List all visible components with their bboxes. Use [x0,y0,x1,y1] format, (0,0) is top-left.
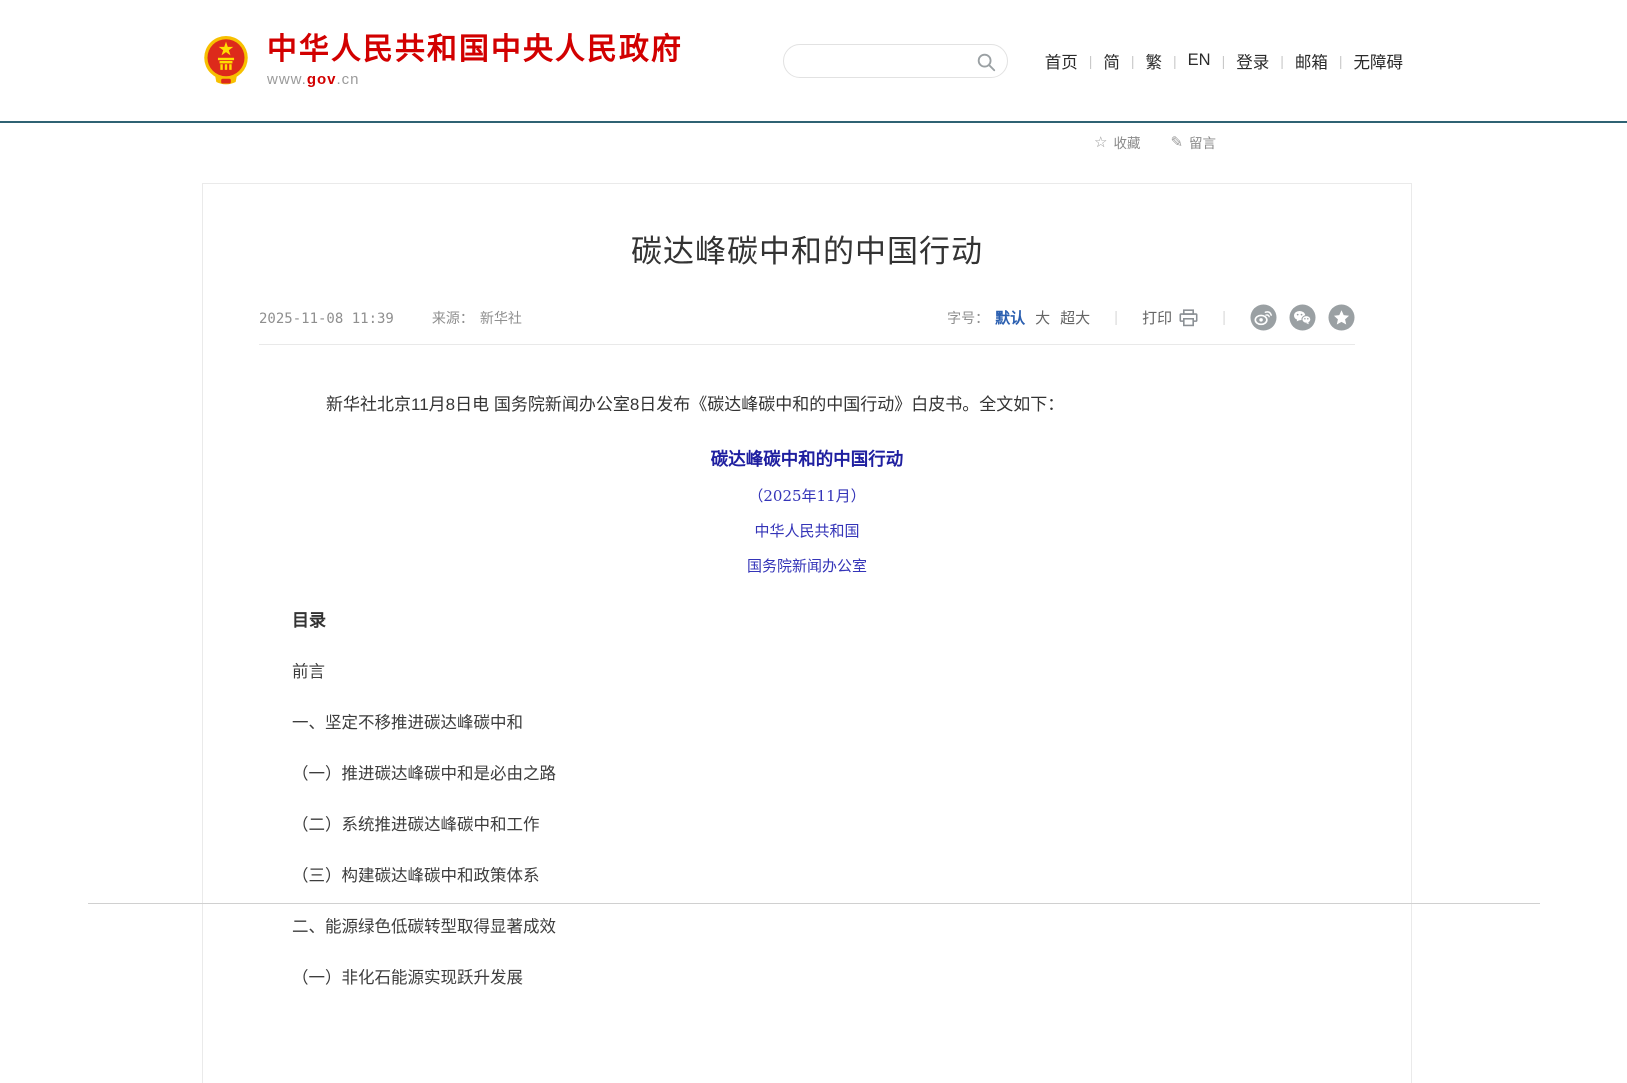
site-title: 中华人民共和国中央人民政府 [267,33,683,68]
document-title: 碳达峰碳中和的中国行动 [292,446,1322,471]
message-button[interactable]: ✎ 留言 [1170,132,1216,152]
article-body: 新华社北京11月8日电 国务院新闻办公室8日发布《碳达峰碳中和的中国行动》白皮书… [259,392,1355,988]
toc-item: 一、坚定不移推进碳达峰碳中和 [292,709,1322,733]
wechat-share-icon[interactable] [1289,304,1316,331]
message-label: 留言 [1189,132,1216,152]
toc-item: 前言 [292,658,1322,682]
font-size-label: 字号： [947,308,989,328]
nav-mail[interactable]: 邮箱 [1284,49,1339,73]
site-url: www.gov.cn [267,71,683,88]
font-size-xlarge-button[interactable]: 超大 [1060,307,1090,328]
favorite-button[interactable]: ☆ 收藏 [1094,132,1140,152]
lead-paragraph: 新华社北京11月8日电 国务院新闻办公室8日发布《碳达峰碳中和的中国行动》白皮书… [292,392,1322,418]
print-button[interactable]: 打印 [1142,307,1198,328]
toc-item: （一）推进碳达峰碳中和是必由之路 [292,760,1322,784]
nav-home[interactable]: 首页 [1034,49,1089,73]
nav-accessibility[interactable]: 无障碍 [1343,49,1415,73]
toc-item: （一）非化石能源实现跃升发展 [292,964,1322,988]
article-toolbar: 字号： 默认 大 超大 | 打印 | [947,304,1355,331]
nav-traditional[interactable]: 繁 [1135,49,1174,73]
source: 来源：新华社 [432,308,522,328]
bottom-divider-line [88,903,1540,904]
share-icons [1250,304,1355,331]
publish-date: 2025-11-08 11:39 [259,311,394,327]
star-share-icon[interactable] [1328,304,1355,331]
weibo-share-icon[interactable] [1250,304,1277,331]
printer-icon [1179,309,1198,327]
search-input[interactable] [800,45,970,77]
nav-english[interactable]: EN [1177,51,1222,70]
font-size-large-button[interactable]: 大 [1035,307,1050,328]
nav-login[interactable]: 登录 [1225,49,1280,73]
toc-item: （二）系统推进碳达峰碳中和工作 [292,811,1322,835]
toolbar-separator: | [1114,309,1118,326]
toolbar-separator: | [1222,309,1226,326]
font-size-default-button[interactable]: 默认 [995,307,1025,328]
toc-title: 目录 [292,606,1322,631]
search-box[interactable] [783,44,1008,78]
favorite-label: 收藏 [1113,132,1140,152]
site-header: 中华人民共和国中央人民政府 www.gov.cn 首页| 简| 繁| EN| 登… [0,0,1627,121]
nav-simplified[interactable]: 简 [1092,49,1131,73]
header-divider-line [0,121,1627,123]
meta-divider-line [259,344,1355,345]
article-meta-row: 2025-11-08 11:39 来源：新华社 字号： 默认 大 超大 | 打印 [259,304,1355,331]
search-icon[interactable] [975,51,997,73]
article-title: 碳达峰碳中和的中国行动 [259,226,1355,271]
document-date: （2025年11月） [292,485,1322,506]
toc-item: （三）构建碳达峰碳中和政策体系 [292,862,1322,886]
top-nav: 首页| 简| 繁| EN| 登录| 邮箱| 无障碍 [1034,49,1414,73]
toc-item: 二、能源绿色低碳转型取得显著成效 [292,913,1322,937]
pencil-icon: ✎ [1170,133,1183,151]
page-actions: ☆ 收藏 ✎ 留言 [1094,132,1216,152]
document-author-line1: 中华人民共和国 [292,520,1322,541]
article-card: 碳达峰碳中和的中国行动 2025-11-08 11:39 来源：新华社 字号： … [202,183,1412,1083]
document-author-line2: 国务院新闻办公室 [292,555,1322,576]
national-emblem-icon [200,32,252,90]
site-logo-link[interactable]: 中华人民共和国中央人民政府 www.gov.cn [200,32,683,90]
star-outline-icon: ☆ [1094,133,1107,151]
